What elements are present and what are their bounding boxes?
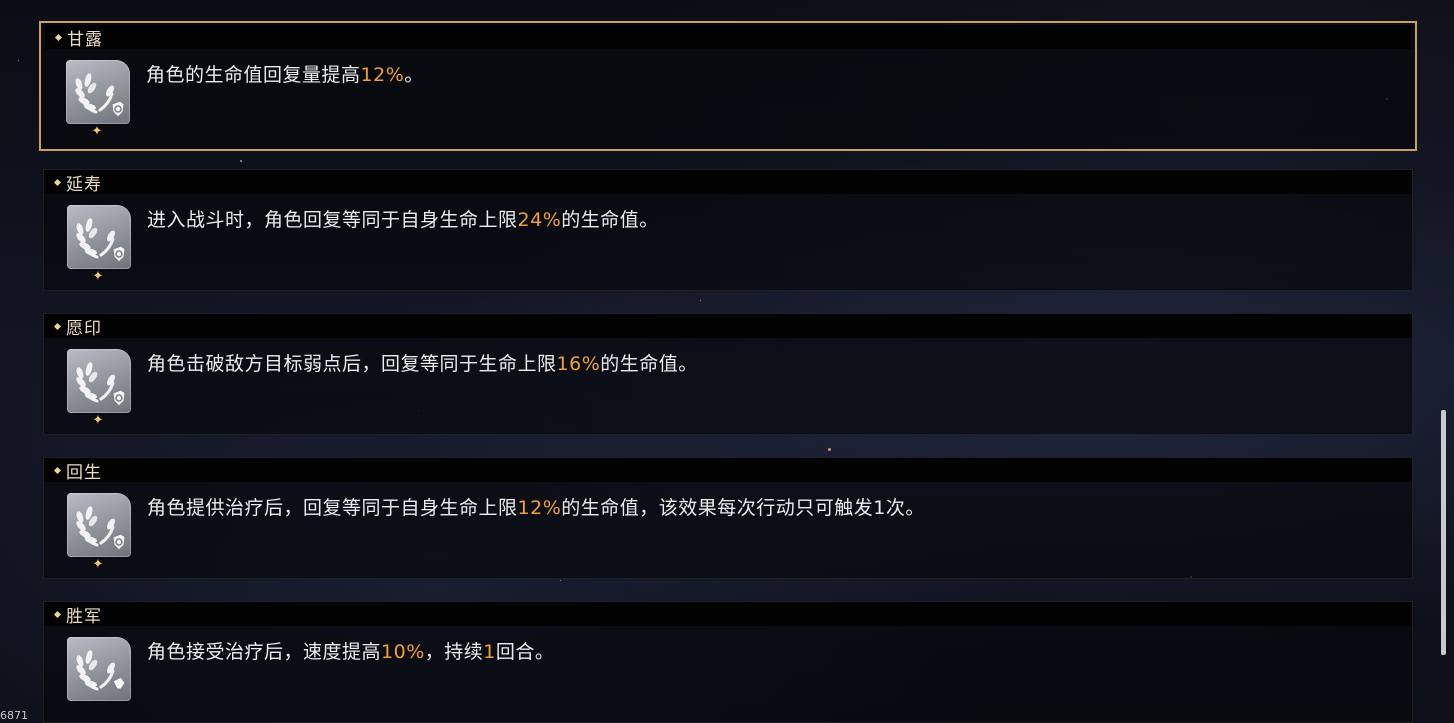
diamond-icon (53, 466, 62, 474)
laurel-shield-icon (67, 349, 131, 413)
blessing-description: 角色的生命值回复量提高12%。 (146, 64, 424, 86)
blessing-description: 角色击破敌方目标弱点后，回复等同于生命上限16%的生命值。 (147, 353, 698, 375)
blessing-card-header: 回生 (44, 458, 1412, 483)
blessing-name: 甘露 (67, 29, 103, 50)
blessing-name: 延寿 (66, 174, 102, 195)
blessing-description: 角色提供治疗后，回复等同于自身生命上限12%的生命值，该效果每次行动只可触发1次… (147, 497, 925, 519)
laurel-shield-icon (67, 493, 131, 557)
sparkle-icon: ✦ (92, 413, 104, 428)
blessing-card-header: 胜军 (44, 602, 1412, 627)
sparkle-icon: ✦ (92, 557, 104, 572)
blessing-name: 回生 (66, 462, 102, 483)
sparkle-icon: ✦ (91, 124, 103, 139)
laurel-shield-icon (67, 637, 131, 701)
blessing-card-header: 延寿 (44, 170, 1412, 195)
corner-number: 6871 (0, 709, 28, 722)
blessing-card-shengjun[interactable]: 胜军 角色接受治疗后，速度提高10%，持续1回合。 (43, 601, 1413, 723)
diamond-icon (53, 322, 62, 330)
blessing-card-yuanyin[interactable]: 愿印 ✦ 角色击破敌方目标弱点后，回复等同于生命上限16%的生命值。 (43, 313, 1413, 435)
blessing-card-header: 甘露 (45, 25, 1411, 50)
blessing-name: 愿印 (66, 318, 102, 339)
sparkle-icon: ✦ (92, 269, 104, 284)
diamond-icon (54, 33, 63, 41)
laurel-shield-icon (67, 205, 131, 269)
laurel-shield-icon (66, 60, 130, 124)
blessing-card-ganlu[interactable]: 甘露 ✦ 角色的生命值回复量提高12%。 (39, 21, 1417, 151)
blessing-card-header: 愿印 (44, 314, 1412, 339)
blessing-description: 进入战斗时，角色回复等同于自身生命上限24%的生命值。 (147, 209, 659, 231)
blessing-card-yanshou[interactable]: 延寿 ✦ 进入战斗时，角色回复等同于自身生命上限24%的生命值。 (43, 169, 1413, 291)
blessing-description: 角色接受治疗后，速度提高10%，持续1回合。 (147, 641, 555, 663)
blessing-card-huisheng[interactable]: 回生 ✦ 角色提供治疗后，回复等同于自身生命上限12%的生命值，该效果每次行动只… (43, 457, 1413, 579)
diamond-icon (53, 178, 62, 186)
list-scrollbar[interactable] (1441, 410, 1446, 655)
diamond-icon (53, 610, 62, 618)
blessing-name: 胜军 (66, 606, 102, 627)
